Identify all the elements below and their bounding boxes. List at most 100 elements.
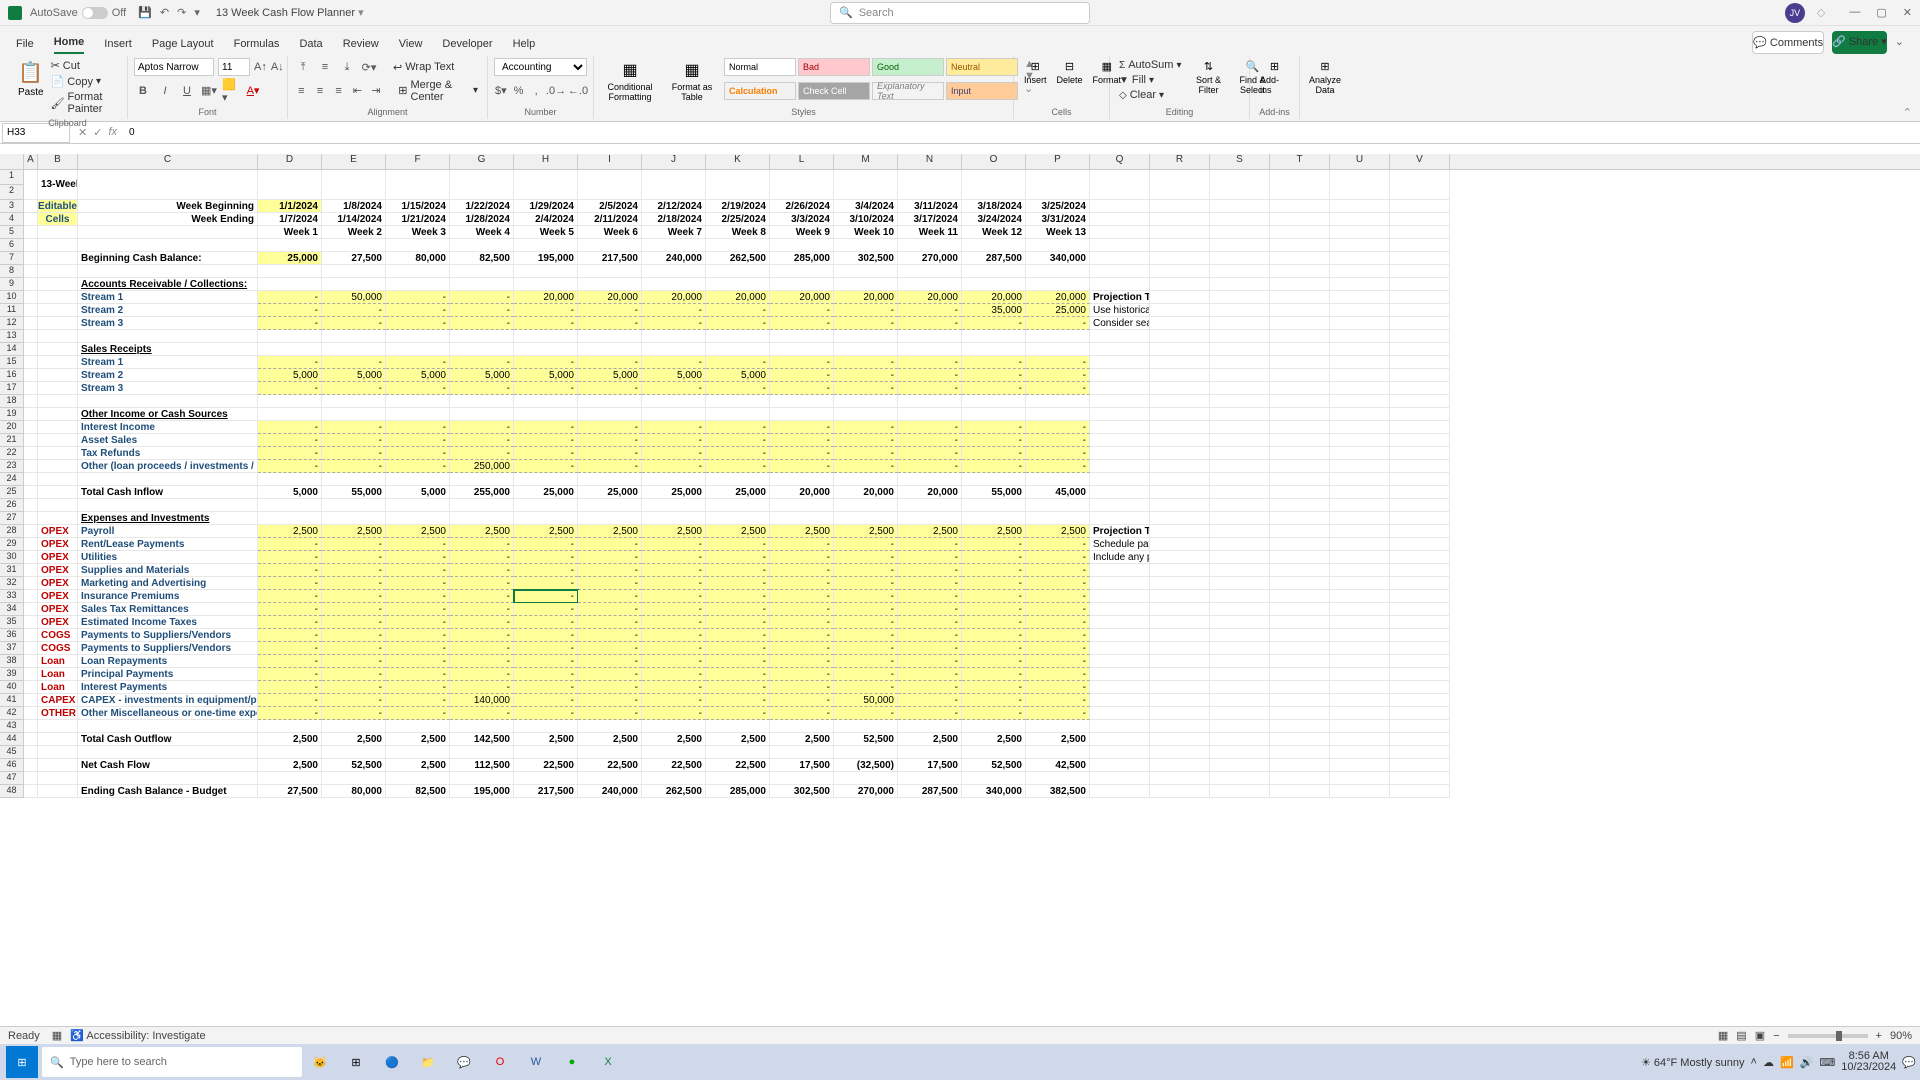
cell[interactable] [24,785,38,798]
cell[interactable] [578,720,642,733]
cell[interactable]: - [642,317,706,330]
cell[interactable] [1330,291,1390,304]
cell[interactable]: - [962,369,1026,382]
cell[interactable] [258,473,322,486]
cell[interactable]: - [1026,421,1090,434]
cell[interactable]: Week 9 [770,226,834,239]
cell[interactable]: - [578,382,642,395]
cell[interactable] [322,278,386,291]
cell[interactable] [834,746,898,759]
cell[interactable] [1390,252,1450,265]
cell[interactable] [1210,538,1270,551]
cell[interactable] [898,330,962,343]
cell[interactable]: 50,000 [322,291,386,304]
cell[interactable] [1210,642,1270,655]
cell[interactable] [1150,655,1210,668]
tab-file[interactable]: File [16,34,34,54]
macro-icon[interactable]: ▦ [52,1029,62,1042]
cell[interactable]: OPEX [38,577,78,590]
cell[interactable] [1090,616,1150,629]
cell[interactable] [898,720,962,733]
cell[interactable] [1150,317,1210,330]
cell[interactable]: - [834,564,898,577]
cell[interactable]: Payroll [78,525,258,538]
cell[interactable] [24,291,38,304]
cell[interactable] [1330,733,1390,746]
cell[interactable]: - [962,707,1026,720]
cell[interactable] [1090,629,1150,642]
cell[interactable]: - [258,694,322,707]
weather-widget[interactable]: ☀ 64°F Mostly sunny [1641,1056,1745,1069]
cell[interactable]: - [578,447,642,460]
cell[interactable]: - [514,694,578,707]
cell[interactable] [898,278,962,291]
cell[interactable] [1210,369,1270,382]
cell[interactable]: 340,000 [962,785,1026,798]
cell[interactable] [1390,785,1450,798]
cell[interactable]: Tax Refunds [78,447,258,460]
cell[interactable] [1270,317,1330,330]
cell[interactable]: - [258,668,322,681]
cell[interactable]: Editable [38,200,78,213]
cell[interactable] [1150,395,1210,408]
cell[interactable]: - [706,317,770,330]
cell[interactable]: Use historical collection patterns to fo… [1090,304,1150,317]
cell[interactable] [1390,486,1450,499]
cell[interactable]: - [578,590,642,603]
cell[interactable] [1330,239,1390,252]
analyze-button[interactable]: ⊞Analyze Data [1306,58,1344,97]
cell[interactable]: - [898,382,962,395]
cell[interactable] [1270,434,1330,447]
cell[interactable]: - [898,616,962,629]
align-center-icon[interactable]: ≡ [313,82,328,100]
cell[interactable]: - [258,421,322,434]
cell[interactable]: Beginning Cash Balance: [78,252,258,265]
cell[interactable]: - [642,447,706,460]
border-icon[interactable]: ▦▾ [200,82,218,100]
cell[interactable]: - [258,538,322,551]
cell[interactable] [258,170,322,200]
cell[interactable] [258,239,322,252]
cell[interactable] [24,499,38,512]
cell[interactable]: - [322,434,386,447]
cell[interactable] [1270,252,1330,265]
cell[interactable] [1090,668,1150,681]
cell[interactable]: 2,500 [258,759,322,772]
cell[interactable]: - [962,551,1026,564]
cell[interactable] [322,499,386,512]
cell[interactable]: - [962,356,1026,369]
cell[interactable]: - [386,460,450,473]
cell[interactable] [1390,239,1450,252]
cell[interactable] [24,668,38,681]
cell[interactable]: - [258,629,322,642]
cell[interactable]: OPEX [38,551,78,564]
cell[interactable]: - [706,460,770,473]
cell[interactable] [322,239,386,252]
cell[interactable] [1090,213,1150,226]
cell[interactable]: - [450,603,514,616]
cell[interactable]: - [1026,317,1090,330]
cell[interactable] [1210,694,1270,707]
cell[interactable] [386,330,450,343]
cell[interactable] [1270,278,1330,291]
cell[interactable] [642,395,706,408]
cell[interactable]: - [258,655,322,668]
format-painter-button[interactable]: 🖌Format Painter [48,90,121,116]
cell[interactable]: 255,000 [450,486,514,499]
cell[interactable] [1330,694,1390,707]
cell[interactable] [24,733,38,746]
cell[interactable] [1270,707,1330,720]
cell[interactable] [578,512,642,525]
cell[interactable] [642,473,706,486]
cell[interactable] [1390,291,1450,304]
cell[interactable] [1330,512,1390,525]
cell[interactable] [1330,603,1390,616]
cell[interactable] [642,772,706,785]
cell[interactable] [1210,239,1270,252]
font-color-icon[interactable]: A▾ [244,82,262,100]
excel-taskbar-icon[interactable]: X [592,1046,624,1078]
cell[interactable] [1090,733,1150,746]
cell[interactable] [1090,694,1150,707]
cell[interactable] [1026,499,1090,512]
cell[interactable]: 3/4/2024 [834,200,898,213]
